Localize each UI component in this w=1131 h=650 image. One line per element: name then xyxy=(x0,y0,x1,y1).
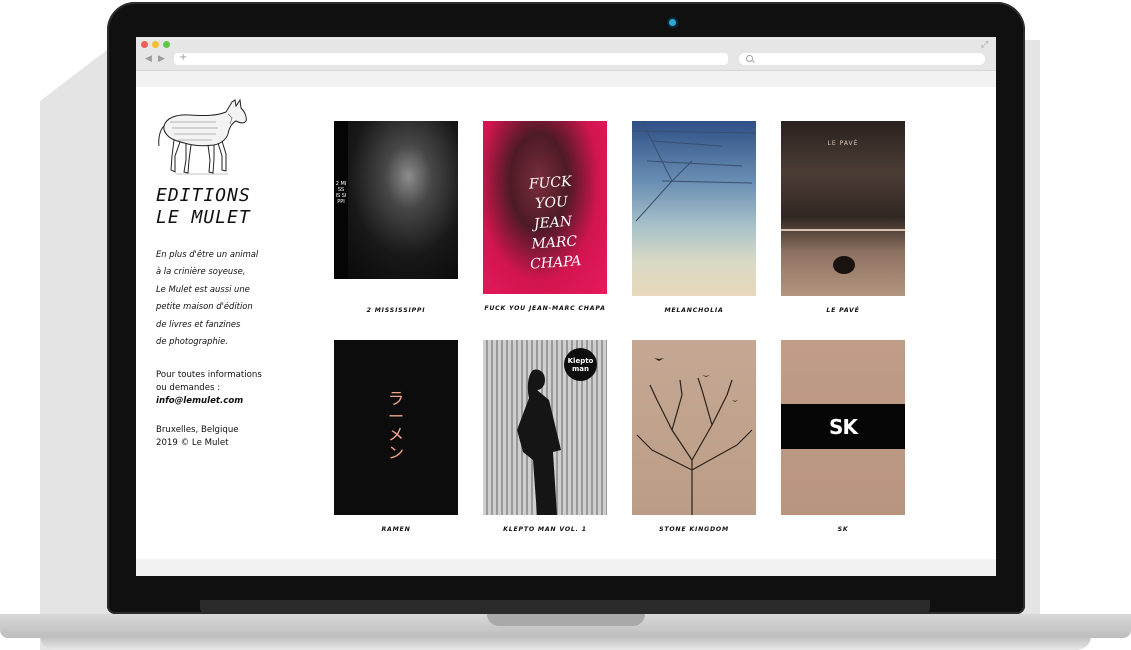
site-title-line-1: EDITIONS xyxy=(156,185,251,206)
cover-text: FUCK YOU JEAN MARC CHAPA xyxy=(528,173,582,273)
laptop-notch xyxy=(487,614,645,626)
contact-line: Pour toutes informations xyxy=(156,370,262,380)
email-link[interactable]: info@lemulet.com xyxy=(156,395,262,408)
web-page: EDITIONS LE MULET En plus d'être un anim… xyxy=(136,87,996,559)
address-bar[interactable]: + xyxy=(174,52,728,65)
search-bar[interactable] xyxy=(739,53,985,65)
contact-line: ou demandes : xyxy=(156,382,221,393)
close-window-icon[interactable] xyxy=(141,41,148,48)
book-cover-klepto-man-vol-1[interactable]: Klepto man xyxy=(483,340,607,515)
book-cover-ramen[interactable]: ラーメン xyxy=(334,340,458,515)
about-line: à la crinière soyeuse, xyxy=(156,266,246,277)
search-icon xyxy=(746,55,753,62)
donkey-logo[interactable] xyxy=(156,96,252,178)
laptop-base-bottom xyxy=(40,636,1091,650)
about-line: En plus d'être un animal xyxy=(156,249,259,259)
minimize-window-icon[interactable] xyxy=(152,41,159,48)
cover-divider xyxy=(781,229,905,231)
book-title[interactable]: STONE KINGDOM xyxy=(632,526,756,533)
book-cover-fuck-you-jean-marc-chapa[interactable]: FUCK YOU JEAN MARC CHAPA xyxy=(483,121,607,294)
cover-text: 2 MI SS IS SI PPI xyxy=(335,181,347,205)
forward-arrow-icon[interactable]: ▶ xyxy=(158,54,165,64)
about-text: En plus d'être un animal à la crinière s… xyxy=(156,246,258,350)
power-lines-image xyxy=(632,121,756,222)
book-title[interactable]: KLEPTO MAN VOL. 1 xyxy=(483,526,607,533)
book-cover-2-mississippi[interactable]: 2 MI SS IS SI PPI xyxy=(334,121,458,279)
contact-block: Pour toutes informations ou demandes : i… xyxy=(156,369,262,407)
book-cover-le-pave[interactable]: LE PAVÉ xyxy=(781,121,905,296)
book-title[interactable]: FUCK YOU JEAN-MARC CHAPA xyxy=(483,305,607,312)
tree-and-birds-image xyxy=(636,358,753,515)
browser-toolbar: ◀ ▶ + ⤢ xyxy=(136,37,996,71)
about-line: Le Mulet est aussi une xyxy=(156,283,250,294)
book-title[interactable]: LE PAVÉ xyxy=(781,307,905,314)
about-line: de photographie. xyxy=(156,336,228,347)
site-title-line-2: LE MULET xyxy=(156,207,251,228)
cover-text: SK xyxy=(781,404,905,449)
book-title[interactable]: MELANCHOLIA xyxy=(632,307,756,314)
about-line: petite maison d'édition xyxy=(156,301,253,312)
book-title[interactable]: 2 MISSISSIPPI xyxy=(334,307,458,314)
figure-silhouette xyxy=(833,256,855,274)
fullscreen-icon[interactable]: ⤢ xyxy=(981,41,988,50)
back-arrow-icon[interactable]: ◀ xyxy=(145,54,152,64)
about-line: de livres et fanzines xyxy=(156,318,241,329)
webcam-icon xyxy=(669,19,676,26)
browser-window: ◀ ▶ + ⤢ EDITIONS LE MULET En plus d'être… xyxy=(136,37,996,576)
laptop-hinge xyxy=(200,600,930,614)
cover-badge: Klepto man xyxy=(564,348,597,381)
add-tab-icon[interactable]: + xyxy=(179,52,187,63)
cover-text: LE PAVÉ xyxy=(827,140,859,147)
maximize-window-icon[interactable] xyxy=(163,41,170,48)
book-title[interactable]: SK xyxy=(781,526,905,533)
book-cover-sk[interactable]: SK xyxy=(781,340,905,515)
location-line: Bruxelles, Belgique xyxy=(156,425,239,435)
site-title[interactable]: EDITIONS LE MULET xyxy=(156,185,251,229)
copyright-line: 2019 © Le Mulet xyxy=(156,437,229,448)
book-cover-stone-kingdom[interactable] xyxy=(632,340,756,515)
location-block: Bruxelles, Belgique 2019 © Le Mulet xyxy=(156,424,239,450)
book-cover-melancholia[interactable] xyxy=(632,121,756,296)
cover-text: ラーメン xyxy=(387,389,404,462)
book-title[interactable]: RAMEN xyxy=(334,526,458,533)
